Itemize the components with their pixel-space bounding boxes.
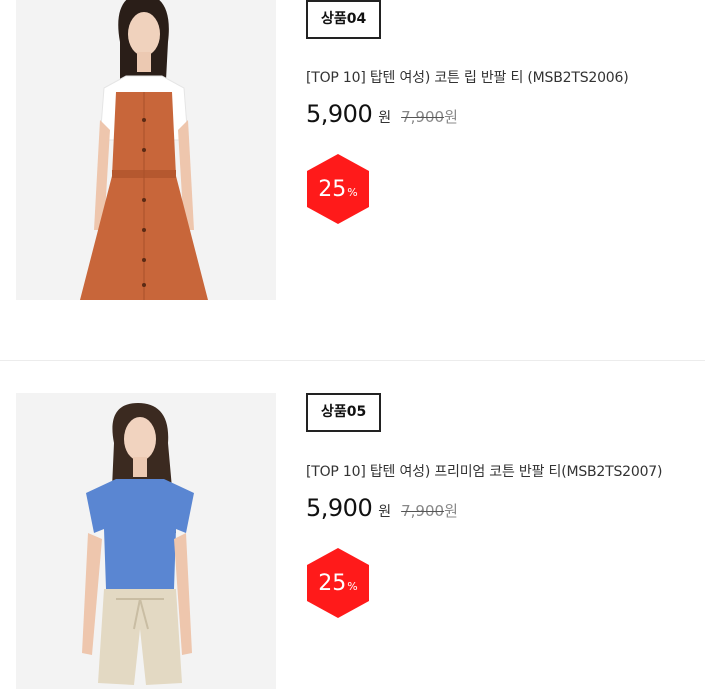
product-name[interactable]: [TOP 10] 탑텐 여성) 코튼 립 반팔 티 (MSB2TS2006) bbox=[306, 67, 629, 87]
model-blue-tee-photo bbox=[16, 393, 276, 689]
currency-label: 원 bbox=[378, 504, 392, 520]
sale-price: 5,900 bbox=[306, 100, 373, 128]
product-list-page: 상품04 [TOP 10] 탑텐 여성) 코튼 립 반팔 티 (MSB2TS20… bbox=[0, 0, 705, 689]
product-image[interactable] bbox=[16, 0, 276, 300]
discount-unit: % bbox=[347, 185, 358, 199]
original-price: 7,900 bbox=[401, 108, 445, 126]
discount-badge: 25% bbox=[306, 153, 370, 225]
discount-badge: 25% bbox=[306, 547, 370, 619]
product-tag: 상품04 bbox=[306, 0, 382, 39]
currency-label: 원 bbox=[378, 110, 392, 126]
original-price: 7,900 bbox=[401, 502, 445, 520]
discount-number: 25 bbox=[318, 176, 347, 202]
product-image[interactable] bbox=[16, 393, 276, 689]
divider bbox=[0, 360, 705, 361]
sale-price: 5,900 bbox=[306, 494, 373, 522]
original-currency-label: 원 bbox=[444, 502, 458, 520]
product-tag: 상품05 bbox=[306, 393, 382, 432]
original-currency-label: 원 bbox=[444, 108, 458, 126]
price-row: 5,900 원 7,900 원 bbox=[306, 494, 458, 522]
price-row: 5,900 원 7,900 원 bbox=[306, 100, 458, 128]
discount-number: 25 bbox=[318, 570, 347, 596]
product-name[interactable]: [TOP 10] 탑텐 여성) 프리미엄 코튼 반팔 티(MSB2TS2007) bbox=[306, 461, 662, 481]
model-orange-dress-photo bbox=[16, 0, 276, 300]
discount-unit: % bbox=[347, 579, 358, 593]
